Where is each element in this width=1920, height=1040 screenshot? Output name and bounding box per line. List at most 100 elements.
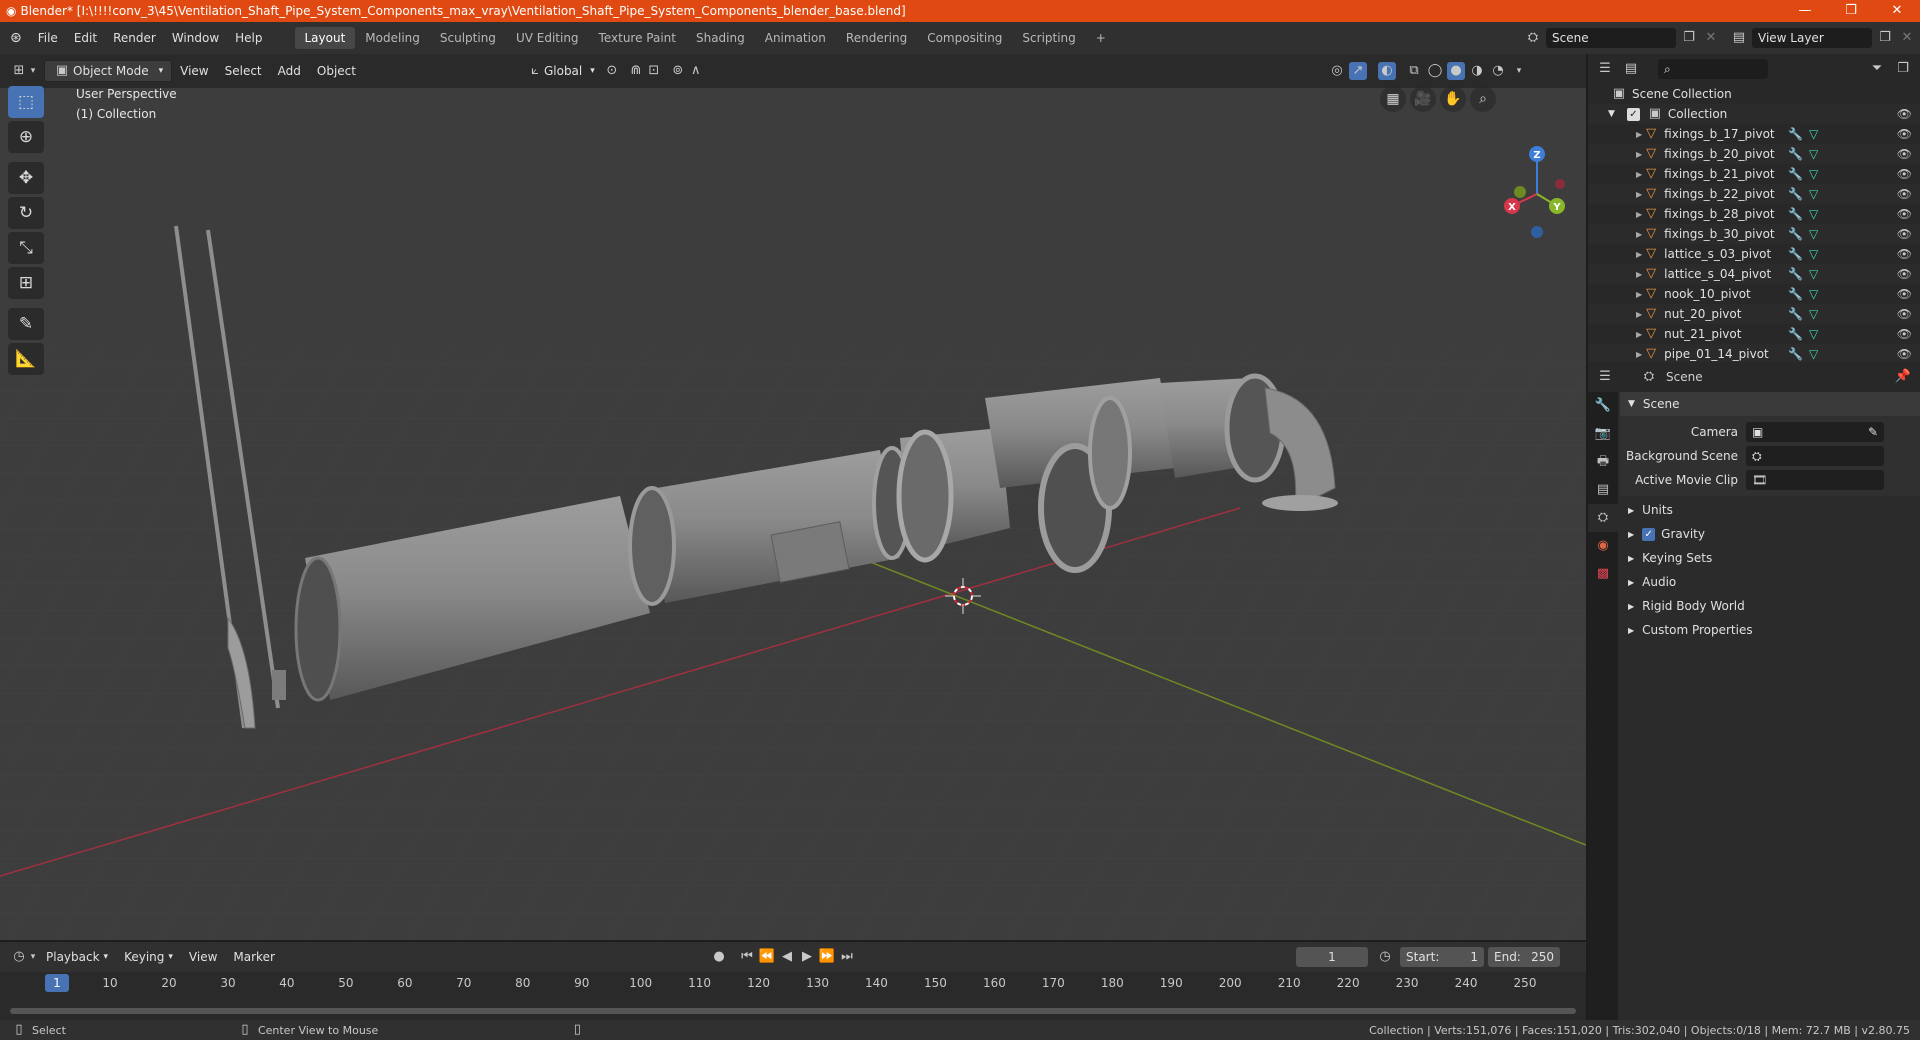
checkbox-icon[interactable]: ✓	[1626, 107, 1640, 121]
clock-icon[interactable]: ◷	[1376, 948, 1394, 966]
move-tool[interactable]: ✥	[8, 162, 44, 194]
modifier-wrench-icon[interactable]: 🔧 ▽	[1788, 247, 1818, 261]
tab-rendering[interactable]: Rendering	[836, 27, 917, 49]
editor-type-icon[interactable]: ☰	[1596, 368, 1614, 386]
eye-icon[interactable]: 👁	[1897, 307, 1912, 321]
tab-shading[interactable]: Shading	[686, 27, 755, 49]
new-view-layer-icon[interactable]: ❐	[1876, 29, 1894, 47]
outliner-item[interactable]: ▶ ▽ lattice_s_04_pivot 🔧 ▽ 👁	[1588, 264, 1920, 284]
record-icon[interactable]: ●	[710, 948, 728, 966]
play-reverse-icon[interactable]: ◀	[778, 948, 796, 966]
overlay-icon[interactable]: ◐	[1378, 62, 1396, 80]
delete-scene-icon[interactable]: ✕	[1702, 29, 1720, 47]
modifier-wrench-icon[interactable]: 🔧 ▽	[1788, 347, 1818, 361]
outliner-item[interactable]: ▶ ▽ nut_20_pivot 🔧 ▽ 👁	[1588, 304, 1920, 324]
modifier-wrench-icon[interactable]: 🔧 ▽	[1788, 187, 1818, 201]
mesh-data-icon[interactable]: ▽	[1809, 267, 1818, 281]
outliner-item[interactable]: ▶ ▽ nut_21_pivot 🔧 ▽ 👁	[1588, 324, 1920, 344]
minimize-button[interactable]: —	[1782, 0, 1828, 22]
render-tab-icon[interactable]: 📷	[1588, 420, 1618, 448]
menu-window[interactable]: Window	[164, 31, 227, 45]
blender-menu-icon[interactable]: ⊛	[0, 30, 30, 46]
end-frame-field[interactable]: End: 250	[1488, 947, 1560, 967]
tab-texture-paint[interactable]: Texture Paint	[589, 27, 686, 49]
tab-modeling[interactable]: Modeling	[355, 27, 430, 49]
mode-selector[interactable]: ▣ Object Mode ▾	[44, 60, 173, 82]
mesh-data-icon[interactable]: ▽	[1809, 127, 1818, 141]
modifier-wrench-icon[interactable]: 🔧 ▽	[1788, 227, 1818, 241]
scale-tool[interactable]: ⤡	[8, 232, 44, 264]
outliner-scene-collection[interactable]: ▣ Scene Collection	[1588, 84, 1920, 104]
prev-keyframe-icon[interactable]: ⏪	[758, 948, 776, 966]
mesh-data-icon[interactable]: ▽	[1809, 307, 1818, 321]
timeline-scrollbar[interactable]	[10, 1008, 1576, 1014]
mesh-data-icon[interactable]: ▽	[1809, 347, 1818, 361]
tool-tab-icon[interactable]: 🔧	[1588, 392, 1618, 420]
menu-keying[interactable]: Keying ▾	[116, 946, 181, 968]
jump-end-icon[interactable]: ⏭	[838, 948, 856, 966]
eye-icon[interactable]: 👁	[1897, 127, 1912, 141]
movie-clip-field[interactable]: 🎞	[1746, 470, 1884, 490]
eye-icon[interactable]: 👁	[1897, 287, 1912, 301]
next-keyframe-icon[interactable]: ⏩	[818, 948, 836, 966]
camera-view-icon[interactable]: 🎥	[1410, 86, 1436, 112]
mesh-data-icon[interactable]: ▽	[1809, 187, 1818, 201]
outliner-item[interactable]: ▶ ▽ fixings_b_17_pivot 🔧 ▽ 👁	[1588, 124, 1920, 144]
menu-select[interactable]: Select	[217, 60, 270, 82]
scene-selector[interactable]: Scene	[1546, 28, 1676, 48]
mesh-data-icon[interactable]: ▽	[1809, 207, 1818, 221]
filter-icon[interactable]: ⏷	[1868, 60, 1886, 78]
gizmo-icon[interactable]: ↗	[1349, 62, 1367, 80]
modifier-wrench-icon[interactable]: 🔧 ▽	[1788, 307, 1818, 321]
play-icon[interactable]: ▶	[798, 948, 816, 966]
eye-icon[interactable]: 👁	[1897, 147, 1912, 161]
mesh-data-icon[interactable]: ▽	[1809, 247, 1818, 261]
maximize-button[interactable]: ❐	[1828, 0, 1874, 22]
tab-scripting[interactable]: Scripting	[1012, 27, 1085, 49]
editor-type-icon[interactable]: ☰	[1596, 60, 1614, 78]
orientation-selector[interactable]: ⟀ Global ▾	[518, 60, 603, 82]
panel-rigid-body-world[interactable]: ▶ Rigid Body World	[1620, 594, 1920, 618]
background-scene-field[interactable]: ⛭	[1746, 446, 1884, 466]
mesh-data-icon[interactable]: ▽	[1809, 167, 1818, 181]
modifier-wrench-icon[interactable]: 🔧 ▽	[1788, 207, 1818, 221]
proportional-edit-icon[interactable]: ⊚	[669, 62, 687, 80]
menu-render[interactable]: Render	[105, 31, 164, 45]
tab-compositing[interactable]: Compositing	[917, 27, 1012, 49]
modifier-wrench-icon[interactable]: 🔧 ▽	[1788, 147, 1818, 161]
eye-icon[interactable]: 👁	[1897, 167, 1912, 181]
panel-audio[interactable]: ▶ Audio	[1620, 570, 1920, 594]
panel-custom-properties[interactable]: ▶ Custom Properties	[1620, 618, 1920, 642]
add-workspace-button[interactable]: +	[1086, 27, 1116, 49]
eye-icon[interactable]: 👁	[1897, 107, 1912, 121]
modifier-wrench-icon[interactable]: 🔧 ▽	[1788, 267, 1818, 281]
menu-edit[interactable]: Edit	[66, 31, 105, 45]
annotate-tool[interactable]: ✎	[8, 308, 44, 340]
menu-playback[interactable]: Playback ▾	[38, 946, 116, 968]
panel-keying-sets[interactable]: ▶ Keying Sets	[1620, 546, 1920, 570]
menu-marker[interactable]: Marker	[225, 946, 282, 968]
snap-icon[interactable]: ⋒	[627, 62, 645, 80]
mesh-data-icon[interactable]: ▽	[1809, 287, 1818, 301]
pan-hand-icon[interactable]: ✋	[1440, 86, 1466, 112]
zoom-icon[interactable]: ⌕	[1470, 86, 1496, 112]
cursor-tool[interactable]: ⊕	[8, 121, 44, 153]
menu-help[interactable]: Help	[227, 31, 270, 45]
select-box-tool[interactable]: ⬚	[8, 86, 44, 118]
grid-view-icon[interactable]: ▦	[1380, 86, 1406, 112]
3d-viewport[interactable]: Z X Y	[0, 88, 1586, 940]
close-button[interactable]: ✕	[1874, 0, 1920, 22]
outliner-item[interactable]: ▶ ▽ nook_10_pivot 🔧 ▽ 👁	[1588, 284, 1920, 304]
texture-tab-icon[interactable]: ▩	[1588, 560, 1618, 588]
outliner-item[interactable]: ▶ ▽ fixings_b_20_pivot 🔧 ▽ 👁	[1588, 144, 1920, 164]
panel-units[interactable]: ▶ Units	[1620, 498, 1920, 522]
eye-icon[interactable]: 👁	[1897, 247, 1912, 261]
tab-animation[interactable]: Animation	[755, 27, 836, 49]
menu-view[interactable]: View	[172, 60, 216, 82]
chevron-down-icon[interactable]: ▾	[1510, 62, 1528, 80]
camera-field[interactable]: ▣ ✎	[1746, 422, 1884, 442]
solid-shading-icon[interactable]: ●	[1447, 62, 1465, 80]
outliner-item[interactable]: ▶ ▽ lattice_s_03_pivot 🔧 ▽ 👁	[1588, 244, 1920, 264]
pin-icon[interactable]: 📌	[1894, 368, 1912, 386]
editor-type-icon[interactable]: ◷	[10, 948, 28, 966]
